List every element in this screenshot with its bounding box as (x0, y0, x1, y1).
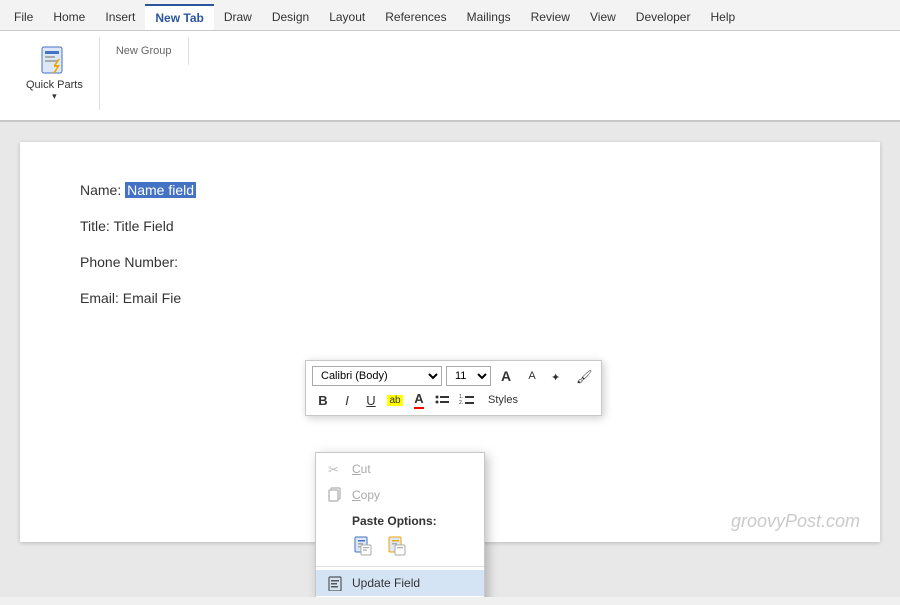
clear-format-icon: ✦ (550, 368, 566, 384)
context-menu: ✂ Cut Copy Paste Options: (315, 452, 485, 597)
quick-parts-label: Quick Parts (26, 79, 83, 91)
name-label: Name: (80, 182, 125, 198)
ctx-edit-field[interactable]: Edit Field... (316, 596, 484, 597)
paste-merge-button[interactable] (384, 532, 412, 560)
quick-parts-group: Quick Parts ▾ (10, 37, 100, 110)
underline-button[interactable]: U (360, 389, 382, 411)
new-group-section: New Group (100, 37, 189, 65)
quick-parts-arrow: ▾ (52, 91, 57, 102)
document-area: Name: Name field Title: Title Field Phon… (0, 122, 900, 597)
paste-options-spacer (328, 513, 344, 529)
svg-text:2.: 2. (459, 400, 463, 406)
font-grow-button[interactable]: A (495, 365, 517, 387)
ctx-copy[interactable]: Copy (316, 482, 484, 508)
paste-keep-source-button[interactable] (350, 532, 378, 560)
email-label: Email: Email Fie (80, 290, 181, 306)
ribbon-tab-layout[interactable]: Layout (319, 4, 375, 30)
ribbon-tab-developer[interactable]: Developer (626, 4, 701, 30)
ctx-copy-label: Copy (352, 488, 380, 502)
quick-parts-button[interactable]: Quick Parts ▾ (18, 41, 91, 106)
cut-icon: ✂ (328, 461, 344, 477)
paste-spacer-icon (328, 538, 344, 554)
paint-format-button[interactable]: 🖌 (573, 365, 595, 387)
doc-line-name: Name: Name field (80, 182, 820, 198)
phone-label: Phone Number: (80, 254, 178, 270)
paste-keep-source-icon (353, 535, 375, 557)
bold-button[interactable]: B (312, 389, 334, 411)
ribbon-tab-help[interactable]: Help (700, 4, 745, 30)
italic-button[interactable]: I (336, 389, 358, 411)
font-color-button[interactable]: A (408, 389, 430, 411)
watermark: groovyPost.com (731, 511, 860, 532)
svg-text:✂: ✂ (328, 462, 339, 477)
svg-text:✦: ✦ (551, 372, 560, 384)
ribbon-tab-newtab[interactable]: New Tab (145, 4, 213, 30)
ribbon-tab-home[interactable]: Home (43, 4, 95, 30)
paint-icon: 🖌 (576, 368, 592, 384)
ribbon-tab-view[interactable]: View (580, 4, 626, 30)
ctx-cut[interactable]: ✂ Cut (316, 456, 484, 482)
ctx-sep-1 (316, 566, 484, 567)
ctx-update-field[interactable]: Update Field (316, 570, 484, 596)
font-shrink-button[interactable]: A (521, 365, 543, 387)
clear-format-button[interactable]: ✦ (547, 365, 569, 387)
ctx-paste-label: Paste Options: (352, 514, 437, 528)
doc-line-title: Title: Title Field (80, 218, 820, 234)
update-field-icon (328, 575, 344, 591)
font-selector[interactable]: Calibri (Body) (312, 366, 442, 386)
floating-toolbar: Calibri (Body) 11 A A ✦ 🖌 (305, 360, 602, 416)
ribbon-tab-insert[interactable]: Insert (95, 4, 145, 30)
ribbon-tab-design[interactable]: Design (262, 4, 319, 30)
ctx-paste-options-label: Paste Options: (316, 508, 484, 529)
copy-icon (328, 487, 344, 503)
ribbon-tab-file[interactable]: File (4, 4, 43, 30)
quick-parts-icon (38, 45, 70, 77)
svg-text:🖌: 🖌 (576, 369, 592, 384)
ribbon-tabs: FileHomeInsertNew TabDrawDesignLayoutRef… (0, 0, 900, 31)
numbering-icon: 1. 2. (459, 393, 475, 407)
ctx-cut-label: Cut (352, 462, 371, 476)
ribbon-content: Quick Parts ▾ New Group (0, 31, 900, 121)
bullets-button[interactable] (432, 389, 454, 411)
ribbon-tab-references[interactable]: References (375, 4, 456, 30)
ribbon-tab-review[interactable]: Review (521, 4, 580, 30)
doc-line-email: Email: Email Fie (80, 290, 820, 306)
toolbar-row-1: Calibri (Body) 11 A A ✦ 🖌 (312, 365, 595, 387)
ctx-paste-row (316, 529, 484, 563)
ribbon-tab-mailings[interactable]: Mailings (457, 4, 521, 30)
ctx-update-field-label: Update Field (352, 576, 420, 590)
font-size-selector[interactable]: 11 (446, 366, 491, 386)
toolbar-row-2: B I U ab A (312, 389, 595, 411)
title-label: Title: Title Field (80, 218, 174, 234)
highlight-button[interactable]: ab (384, 389, 406, 411)
ribbon-tab-draw[interactable]: Draw (214, 4, 262, 30)
paste-merge-icon (387, 535, 409, 557)
bullets-icon (435, 393, 451, 407)
new-group-label: New Group (108, 41, 180, 61)
numbering-button[interactable]: 1. 2. (456, 389, 478, 411)
doc-line-phone: Phone Number: (80, 254, 820, 270)
styles-button[interactable]: Styles (480, 392, 526, 408)
document-page: Name: Name field Title: Title Field Phon… (20, 142, 880, 542)
name-value: Name field (125, 182, 196, 198)
